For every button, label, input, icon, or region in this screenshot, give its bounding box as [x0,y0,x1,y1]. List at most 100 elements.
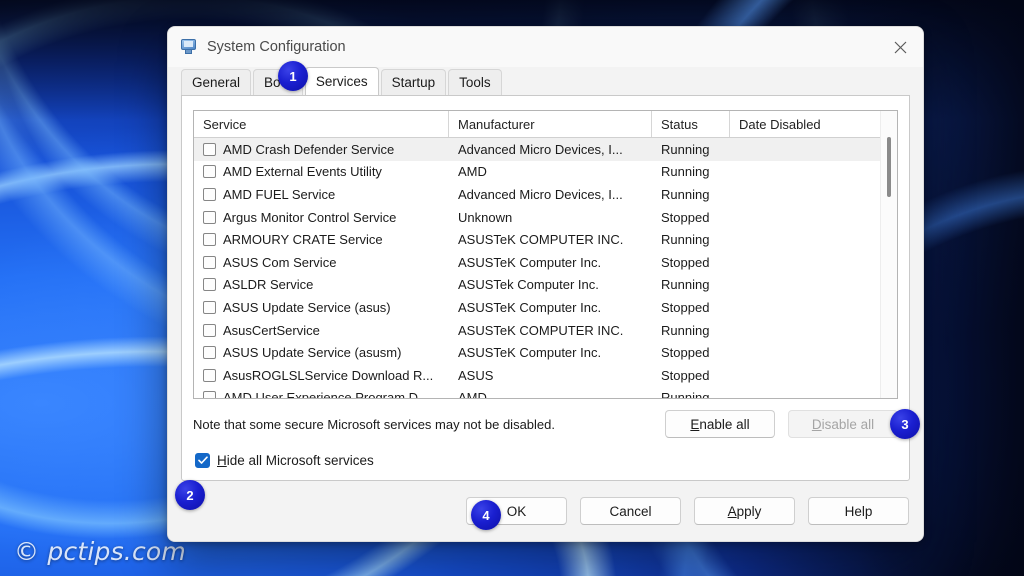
service-enabled-checkbox[interactable] [203,346,216,359]
service-enabled-checkbox[interactable] [203,233,216,246]
manufacturer-cell: Advanced Micro Devices, I... [449,142,652,157]
manufacturer-cell: AMD [449,390,652,398]
table-row[interactable]: AMD Crash Defender ServiceAdvanced Micro… [194,138,897,161]
status-cell: Running [652,164,730,179]
service-enabled-checkbox[interactable] [203,391,216,398]
services-list-scrollbar[interactable] [880,111,897,398]
hide-all-microsoft-services-checkbox[interactable] [195,453,210,468]
disable-all-label: isable all [822,417,875,432]
table-row[interactable]: ARMOURY CRATE Service ASUSTeK COMPUTER IN… [194,228,897,251]
site-watermark: © pctips.com [14,537,186,566]
service-name-cell: AMD FUEL Service [194,187,449,202]
window-titlebar: System Configuration [168,27,923,67]
service-name-label: Argus Monitor Control Service [223,210,396,225]
tab-startup[interactable]: Startup [381,69,447,95]
services-tab-page: Service Manufacturer Status Date Disable… [181,95,910,481]
table-row[interactable]: AsusROGLSLService Download R... ASUSStopp… [194,364,897,387]
table-row[interactable]: ASUS Update Service (asusm) ASUSTeK Compu… [194,341,897,364]
manufacturer-cell: ASUSTeK COMPUTER INC. [449,232,652,247]
enable-all-button[interactable]: Enable all [665,410,775,438]
status-cell: Stopped [652,210,730,225]
table-row[interactable]: ASUS Update Service (asus)ASUSTeK Comput… [194,296,897,319]
tab-tools[interactable]: Tools [448,69,502,95]
service-enabled-checkbox[interactable] [203,369,216,382]
manufacturer-cell: ASUS [449,368,652,383]
step-badge-4: 4 [471,500,501,530]
services-list-body: AMD Crash Defender ServiceAdvanced Micro… [194,138,897,398]
tab-general[interactable]: General [181,69,251,95]
table-row[interactable]: AMD External Events Utility AMDRunning [194,161,897,184]
service-name-label: ASUS Com Service [223,255,336,270]
service-enabled-checkbox[interactable] [203,211,216,224]
manufacturer-cell: ASUSTeK COMPUTER INC. [449,323,652,338]
table-row[interactable]: Argus Monitor Control Service UnknownStop… [194,206,897,229]
status-cell: Stopped [652,255,730,270]
service-enabled-checkbox[interactable] [203,278,216,291]
table-row[interactable]: AsusCertService ASUSTeK COMPUTER INC.Runn… [194,319,897,342]
dialog-footer: OK Cancel Apply Help [168,481,923,541]
apply-accel: A [728,504,737,519]
manufacturer-cell: ASUSTeK Computer Inc. [449,345,652,360]
enable-all-label: nable all [699,417,749,432]
hide-rest: ide all Microsoft services [227,453,374,468]
service-name-cell: ARMOURY CRATE Service [194,232,449,247]
table-row[interactable]: ASUS Com Service ASUSTeK Computer Inc.Sto… [194,251,897,274]
status-cell: Running [652,277,730,292]
disable-all-button[interactable]: Disable all [788,410,898,438]
service-name-cell: ASUS Update Service (asus) [194,300,449,315]
table-row[interactable]: ASLDR Service ASUSTek Computer Inc.Runnin… [194,274,897,297]
status-cell: Running [652,187,730,202]
status-cell: Running [652,390,730,398]
status-cell: Stopped [652,345,730,360]
service-enabled-checkbox[interactable] [203,301,216,314]
apply-button[interactable]: Apply [694,497,795,525]
column-header-status[interactable]: Status [652,111,730,137]
service-name-label: AsusROGLSLService Download R... [223,368,433,383]
note-and-bulk-actions-row: Note that some secure Microsoft services… [193,410,898,438]
window-title: System Configuration [207,39,346,55]
secure-services-note: Note that some secure Microsoft services… [193,417,665,432]
manufacturer-cell: AMD [449,164,652,179]
service-enabled-checkbox[interactable] [203,165,216,178]
hide-accel: H [217,453,227,468]
step-badge-3: 3 [890,409,920,439]
service-name-label: ASUS Update Service (asusm) [223,345,401,360]
status-cell: Running [652,323,730,338]
table-row[interactable]: AMD User Experience Program D... AMDRunni… [194,387,897,398]
help-button[interactable]: Help [808,497,909,525]
service-enabled-checkbox[interactable] [203,143,216,156]
service-name-cell: AsusCertService [194,323,449,338]
hide-microsoft-services-row[interactable]: Hide all Microsoft services [195,449,898,471]
service-name-cell: ASLDR Service [194,277,449,292]
status-cell: Stopped [652,368,730,383]
service-name-cell: AMD Crash Defender Service [194,142,449,157]
service-name-cell: AMD External Events Utility [194,164,449,179]
service-name-cell: ASUS Com Service [194,255,449,270]
service-enabled-checkbox[interactable] [203,256,216,269]
tab-services[interactable]: Services [305,67,379,95]
service-name-cell: ASUS Update Service (asusm) [194,345,449,360]
services-list[interactable]: Service Manufacturer Status Date Disable… [193,110,898,399]
service-name-label: ASLDR Service [223,277,313,292]
close-icon[interactable] [877,27,923,67]
column-header-date-disabled[interactable]: Date Disabled [730,111,865,137]
monitor-icon [180,39,198,55]
scrollbar-thumb[interactable] [887,137,891,197]
service-name-label: AsusCertService [223,323,320,338]
service-name-cell: AMD User Experience Program D... [194,390,449,398]
manufacturer-cell: ASUSTek Computer Inc. [449,277,652,292]
service-name-label: AMD User Experience Program D... [223,390,429,398]
table-row[interactable]: AMD FUEL ServiceAdvanced Micro Devices, … [194,183,897,206]
service-enabled-checkbox[interactable] [203,188,216,201]
manufacturer-cell: ASUSTeK Computer Inc. [449,300,652,315]
service-name-cell: Argus Monitor Control Service [194,210,449,225]
manufacturer-cell: Unknown [449,210,652,225]
service-name-label: AMD External Events Utility [223,164,382,179]
column-header-manufacturer[interactable]: Manufacturer [449,111,652,137]
service-name-label: ARMOURY CRATE Service [223,232,383,247]
manufacturer-cell: ASUSTeK Computer Inc. [449,255,652,270]
column-header-service[interactable]: Service [194,111,449,137]
hide-all-microsoft-services-label: Hide all Microsoft services [217,453,374,468]
cancel-button[interactable]: Cancel [580,497,681,525]
service-enabled-checkbox[interactable] [203,324,216,337]
